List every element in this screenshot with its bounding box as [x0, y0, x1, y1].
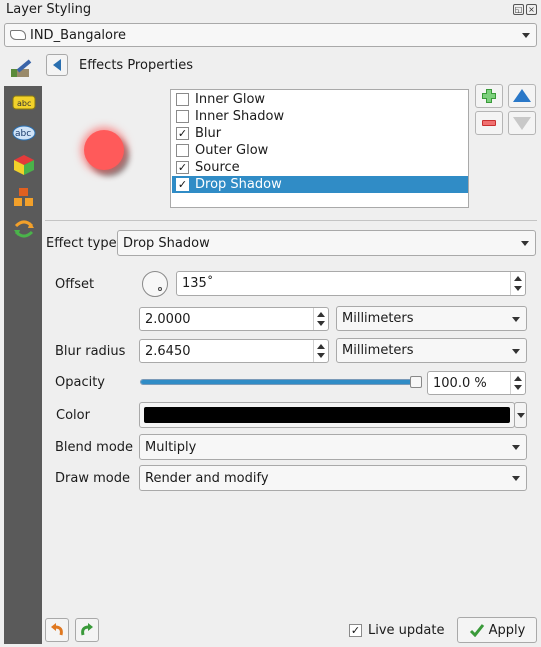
- color-swatch: [144, 407, 510, 423]
- close-icon[interactable]: ×: [526, 4, 537, 15]
- chevron-down-icon: [512, 445, 520, 450]
- window-title: Layer Styling: [6, 2, 92, 17]
- effect-label: Source: [195, 160, 240, 175]
- color-menu-button[interactable]: [514, 402, 527, 428]
- offset-label: Offset: [55, 277, 95, 292]
- remove-effect-button[interactable]: [475, 111, 503, 135]
- opacity-slider-handle[interactable]: [410, 376, 422, 388]
- opacity-label: Opacity: [55, 375, 106, 390]
- effect-type-select[interactable]: Drop Shadow: [117, 230, 536, 256]
- offset-unit-value: Millimeters: [342, 311, 414, 326]
- effect-item[interactable]: ✓ Drop Shadow: [172, 176, 468, 193]
- 3d-view-icon[interactable]: [12, 154, 36, 176]
- effect-type-label: Effect type: [46, 236, 117, 251]
- diagrams-icon[interactable]: [12, 186, 36, 208]
- apply-label: Apply: [488, 622, 526, 638]
- offset-unit-select[interactable]: Millimeters: [336, 306, 527, 331]
- opacity-slider-track[interactable]: [140, 379, 422, 385]
- draw-mode-value: Render and modify: [145, 470, 269, 486]
- back-arrow-icon: [53, 59, 61, 71]
- apply-button[interactable]: Apply: [457, 617, 537, 643]
- chevron-down-icon: [516, 412, 525, 418]
- blur-radius-input[interactable]: 2.6450: [139, 339, 329, 363]
- effect-label: Blur: [195, 126, 222, 141]
- opacity-value: 100.0 %: [433, 375, 487, 391]
- effect-checkbox[interactable]: ✓: [176, 127, 189, 140]
- float-icon[interactable]: ◱: [513, 4, 524, 15]
- dial-marker-icon: [158, 287, 162, 291]
- panel-title: Effects Properties: [79, 58, 194, 73]
- draw-mode-label: Draw mode: [55, 471, 130, 486]
- chevron-down-icon: [521, 241, 529, 246]
- offset-angle-value: 135˚: [182, 276, 214, 291]
- labels-icon[interactable]: abc: [12, 92, 36, 114]
- opacity-slider-fill: [141, 380, 421, 384]
- history-icon[interactable]: [12, 218, 36, 240]
- color-label: Color: [56, 408, 90, 423]
- effect-checkbox[interactable]: [176, 144, 189, 157]
- undo-icon: [51, 623, 63, 636]
- chevron-down-icon: [512, 316, 520, 322]
- effect-item[interactable]: ✓ Source: [172, 159, 468, 176]
- effect-label: Inner Glow: [195, 92, 266, 107]
- preview-symbol: [84, 130, 124, 170]
- opacity-spinner[interactable]: [510, 372, 525, 394]
- effect-type-value: Drop Shadow: [123, 235, 210, 251]
- effect-checkbox[interactable]: [176, 110, 189, 123]
- offset-angle-spinner[interactable]: [510, 272, 525, 295]
- live-update-checkbox[interactable]: ✓: [349, 624, 362, 637]
- blur-unit-value: Millimeters: [342, 343, 414, 358]
- blend-mode-select[interactable]: Multiply: [139, 434, 527, 460]
- blur-unit-select[interactable]: Millimeters: [336, 338, 527, 363]
- text-mask-icon[interactable]: abc: [12, 122, 36, 144]
- move-down-button: [508, 111, 536, 135]
- live-update-label: Live update: [368, 623, 445, 638]
- back-button[interactable]: [46, 54, 68, 76]
- svg-text:abc: abc: [15, 129, 31, 139]
- effect-item[interactable]: Outer Glow: [172, 142, 468, 159]
- style-sidebar: abc abc: [4, 86, 42, 644]
- opacity-input[interactable]: 100.0 %: [427, 371, 526, 395]
- blur-radius-spinner[interactable]: [313, 340, 328, 362]
- offset-distance-spinner[interactable]: [313, 308, 328, 330]
- blur-radius-value: 2.6450: [145, 343, 191, 359]
- effects-list[interactable]: Inner Glow Inner Shadow ✓ Blur Outer Glow ✓ So…: [170, 89, 469, 208]
- offset-distance-input[interactable]: 2.0000: [139, 307, 329, 331]
- effect-preview: [70, 118, 140, 188]
- layer-selector-value: IND_Bangalore: [30, 27, 127, 43]
- offset-distance-value: 2.0000: [145, 311, 191, 327]
- effect-label: Drop Shadow: [195, 177, 282, 192]
- draw-mode-select[interactable]: Render and modify: [139, 465, 527, 491]
- redo-button[interactable]: [75, 618, 99, 642]
- move-up-button[interactable]: [508, 84, 536, 108]
- checkmark-icon: [469, 624, 484, 637]
- effect-checkbox[interactable]: ✓: [176, 178, 189, 191]
- effect-item[interactable]: ✓ Blur: [172, 125, 468, 142]
- blend-mode-label: Blend mode: [55, 440, 134, 455]
- effect-label: Inner Shadow: [195, 109, 285, 124]
- effect-checkbox[interactable]: [176, 93, 189, 106]
- paint-brush-icon[interactable]: [8, 58, 34, 80]
- effect-checkbox[interactable]: ✓: [176, 161, 189, 174]
- live-update-toggle[interactable]: ✓ Live update: [349, 623, 444, 638]
- redo-icon: [81, 623, 93, 636]
- chevron-down-icon: [512, 476, 520, 481]
- offset-angle-input[interactable]: 135˚: [176, 271, 526, 296]
- layer-icon: [10, 30, 26, 40]
- svg-text:abc: abc: [17, 99, 31, 108]
- effect-item[interactable]: Inner Glow: [172, 91, 468, 108]
- color-button[interactable]: [139, 402, 515, 428]
- layer-selector[interactable]: IND_Bangalore: [4, 23, 537, 47]
- effect-item[interactable]: Inner Shadow: [172, 108, 468, 125]
- blend-mode-value: Multiply: [145, 439, 197, 455]
- chevron-down-icon: [512, 348, 520, 354]
- chevron-down-icon: [522, 33, 530, 38]
- blur-radius-label: Blur radius: [55, 344, 126, 359]
- angle-dial[interactable]: [142, 271, 168, 297]
- separator: [45, 220, 537, 221]
- add-effect-button[interactable]: [475, 84, 503, 108]
- undo-button[interactable]: [45, 618, 69, 642]
- effect-label: Outer Glow: [195, 143, 269, 158]
